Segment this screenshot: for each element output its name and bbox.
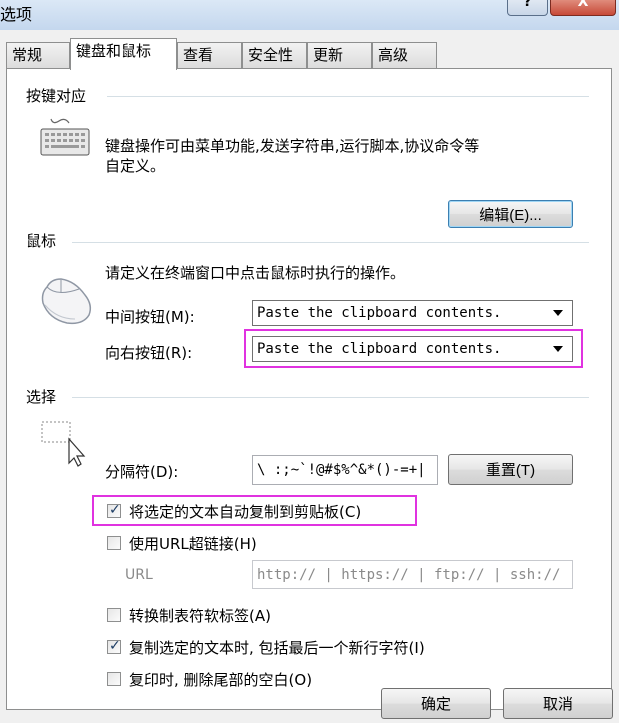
edit-button[interactable]: 编辑(E)... — [448, 200, 573, 228]
convert-tabs-checkbox[interactable] — [107, 608, 121, 622]
window-title: 选项 — [0, 5, 33, 24]
reset-button[interactable]: 重置(T) — [448, 454, 573, 485]
tab-security[interactable]: 安全性 — [242, 42, 307, 68]
ok-button[interactable]: 确定 — [381, 688, 491, 719]
trim-spaces-label: 复印时, 删除尾部的空白(O) — [129, 671, 313, 689]
tab-label: 更新 — [313, 46, 344, 64]
tab-label: 查看 — [183, 46, 214, 64]
tab-view[interactable]: 查看 — [177, 42, 242, 68]
middle-button-value: Paste the clipboard contents. — [257, 305, 502, 321]
divider — [107, 96, 589, 97]
keyboard-description: 键盘操作可由菜单功能,发送字符串,运行脚本,协议命令等 — [105, 137, 480, 155]
middle-button-select[interactable]: Paste the clipboard contents. — [252, 300, 573, 326]
close-icon: X — [577, 0, 589, 10]
delimiter-input[interactable]: \ :;~`!@#$%^&*()-=+| — [252, 455, 438, 485]
mouse-section-title: 鼠标 — [26, 232, 57, 250]
tab-label: 键盘和鼠标 — [76, 42, 152, 60]
help-button[interactable]: ? — [507, 0, 548, 16]
use-url-label: 使用URL超链接(H) — [129, 535, 257, 553]
keyboard-section-title: 按键对应 — [26, 87, 87, 105]
right-button-label: 向右按钮(R): — [105, 344, 193, 362]
options-dialog: 常规 键盘和鼠标 查看 安全性 更新 高级 按键对应 键盘操作可由菜单功能,发送… — [0, 30, 619, 723]
selection-section-title: 选择 — [26, 388, 57, 406]
url-label: URL — [125, 567, 153, 583]
tab-label: 安全性 — [248, 46, 294, 64]
tab-update[interactable]: 更新 — [307, 42, 372, 68]
convert-tabs-label: 转换制表符软标签(A) — [129, 607, 271, 625]
divider — [72, 242, 589, 243]
mouse-icon — [41, 278, 92, 325]
tab-general[interactable]: 常规 — [6, 42, 70, 68]
tab-advanced[interactable]: 高级 — [372, 42, 437, 68]
auto-copy-checkbox[interactable]: ✓ — [107, 502, 121, 518]
keyboard-icon — [40, 118, 90, 156]
title-bar: 选项 ? X — [0, 0, 619, 30]
keyboard-description-cont: 自定义。 — [105, 157, 166, 175]
tab-label: 常规 — [12, 46, 43, 64]
mouse-description: 请定义在终端窗口中点击鼠标时执行的操作。 — [105, 264, 406, 282]
tab-label: 高级 — [378, 46, 409, 64]
tab-keyboard-mouse[interactable]: 键盘和鼠标 — [70, 38, 177, 70]
divider — [72, 397, 589, 398]
trim-spaces-checkbox[interactable] — [107, 672, 121, 686]
close-button[interactable]: X — [550, 0, 616, 16]
tab-panel: 按键对应 键盘操作可由菜单功能,发送字符串,运行脚本,协议命令等 自定义。 编辑… — [6, 68, 612, 710]
include-newline-label: 复制选定的文本时, 包括最后一个新行字符(I) — [129, 639, 425, 657]
include-newline-checkbox[interactable]: ✓ — [107, 638, 121, 654]
delimiter-label: 分隔符(D): — [105, 463, 179, 481]
url-input[interactable]: http:// | https:// | ftp:// | ssh:// — [252, 560, 573, 589]
selection-cursor-icon — [41, 421, 86, 467]
chevron-down-icon — [553, 310, 563, 316]
middle-button-label: 中间按钮(M): — [105, 308, 195, 326]
highlight-box — [244, 329, 583, 368]
cancel-button[interactable]: 取消 — [503, 688, 613, 719]
auto-copy-label: 将选定的文本自动复制到剪贴板(C) — [129, 503, 362, 521]
help-icon: ? — [523, 0, 532, 10]
use-url-checkbox[interactable] — [107, 536, 121, 550]
checkmark-icon: ✓ — [109, 502, 121, 518]
checkmark-icon: ✓ — [109, 638, 121, 654]
